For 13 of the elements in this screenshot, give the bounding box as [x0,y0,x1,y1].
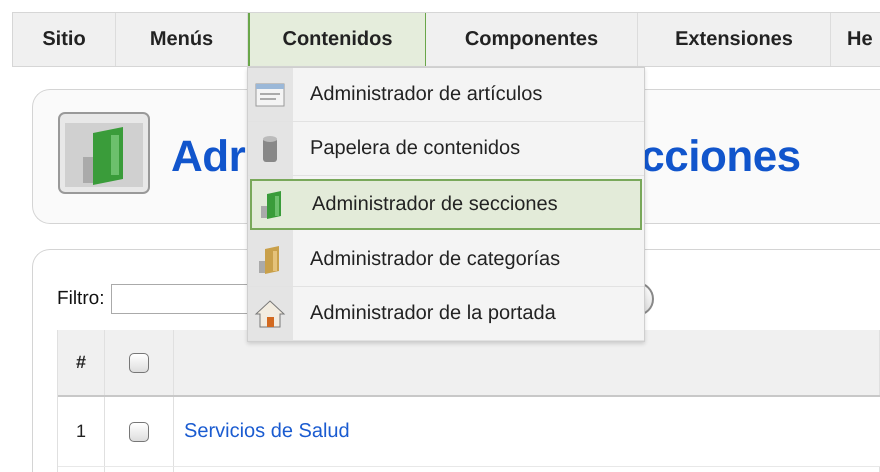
section-link[interactable]: Servicios de Salud [184,420,350,443]
menu-tab[interactable]: Contenidos [248,13,426,66]
menu-item[interactable]: Administrador de artículos [248,68,644,122]
filter-label: Filtro: [57,288,104,310]
row-number: 1 [58,397,105,466]
menu-item[interactable]: Administrador de la portada [248,287,644,341]
menu-item[interactable]: Administrador de secciones [250,179,642,230]
menu-item[interactable]: Papelera de contenidos [248,122,644,176]
row-checkbox[interactable] [129,422,149,442]
select-all-checkbox[interactable] [129,352,149,372]
column-header: # [58,330,105,395]
page-title: Adr [171,132,246,182]
menu-item[interactable]: Administrador de categorías [248,233,644,287]
